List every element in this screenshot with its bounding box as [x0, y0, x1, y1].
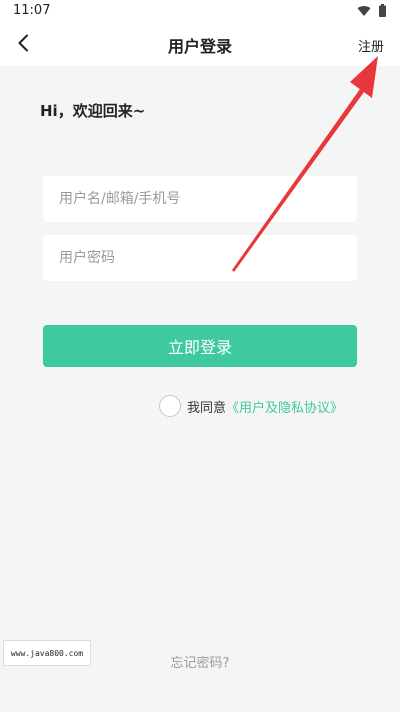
- status-bar: 11:07: [0, 0, 400, 24]
- battery-icon: [379, 4, 386, 17]
- watermark: www.java800.com: [3, 640, 91, 666]
- agreement-row: 我同意 《用户及隐私协议》: [159, 395, 343, 417]
- status-icons: [357, 4, 386, 17]
- agreement-checkbox[interactable]: [159, 395, 181, 417]
- agreement-prefix: 我同意: [187, 400, 227, 416]
- username-field-box: [43, 176, 357, 222]
- username-input[interactable]: [43, 176, 357, 222]
- page-title: 用户登录: [167, 37, 232, 56]
- password-field-box: [43, 235, 357, 281]
- password-input[interactable]: [43, 235, 357, 281]
- wifi-icon: [357, 5, 371, 17]
- greeting-text: Hi，欢迎回来~: [40, 102, 146, 120]
- login-button[interactable]: 立即登录: [43, 325, 357, 367]
- nav-bar: 用户登录 注册: [0, 24, 400, 66]
- status-time: 11:07: [13, 3, 51, 18]
- agreement-link[interactable]: 《用户及隐私协议》: [226, 397, 343, 416]
- register-button[interactable]: 注册: [358, 36, 384, 55]
